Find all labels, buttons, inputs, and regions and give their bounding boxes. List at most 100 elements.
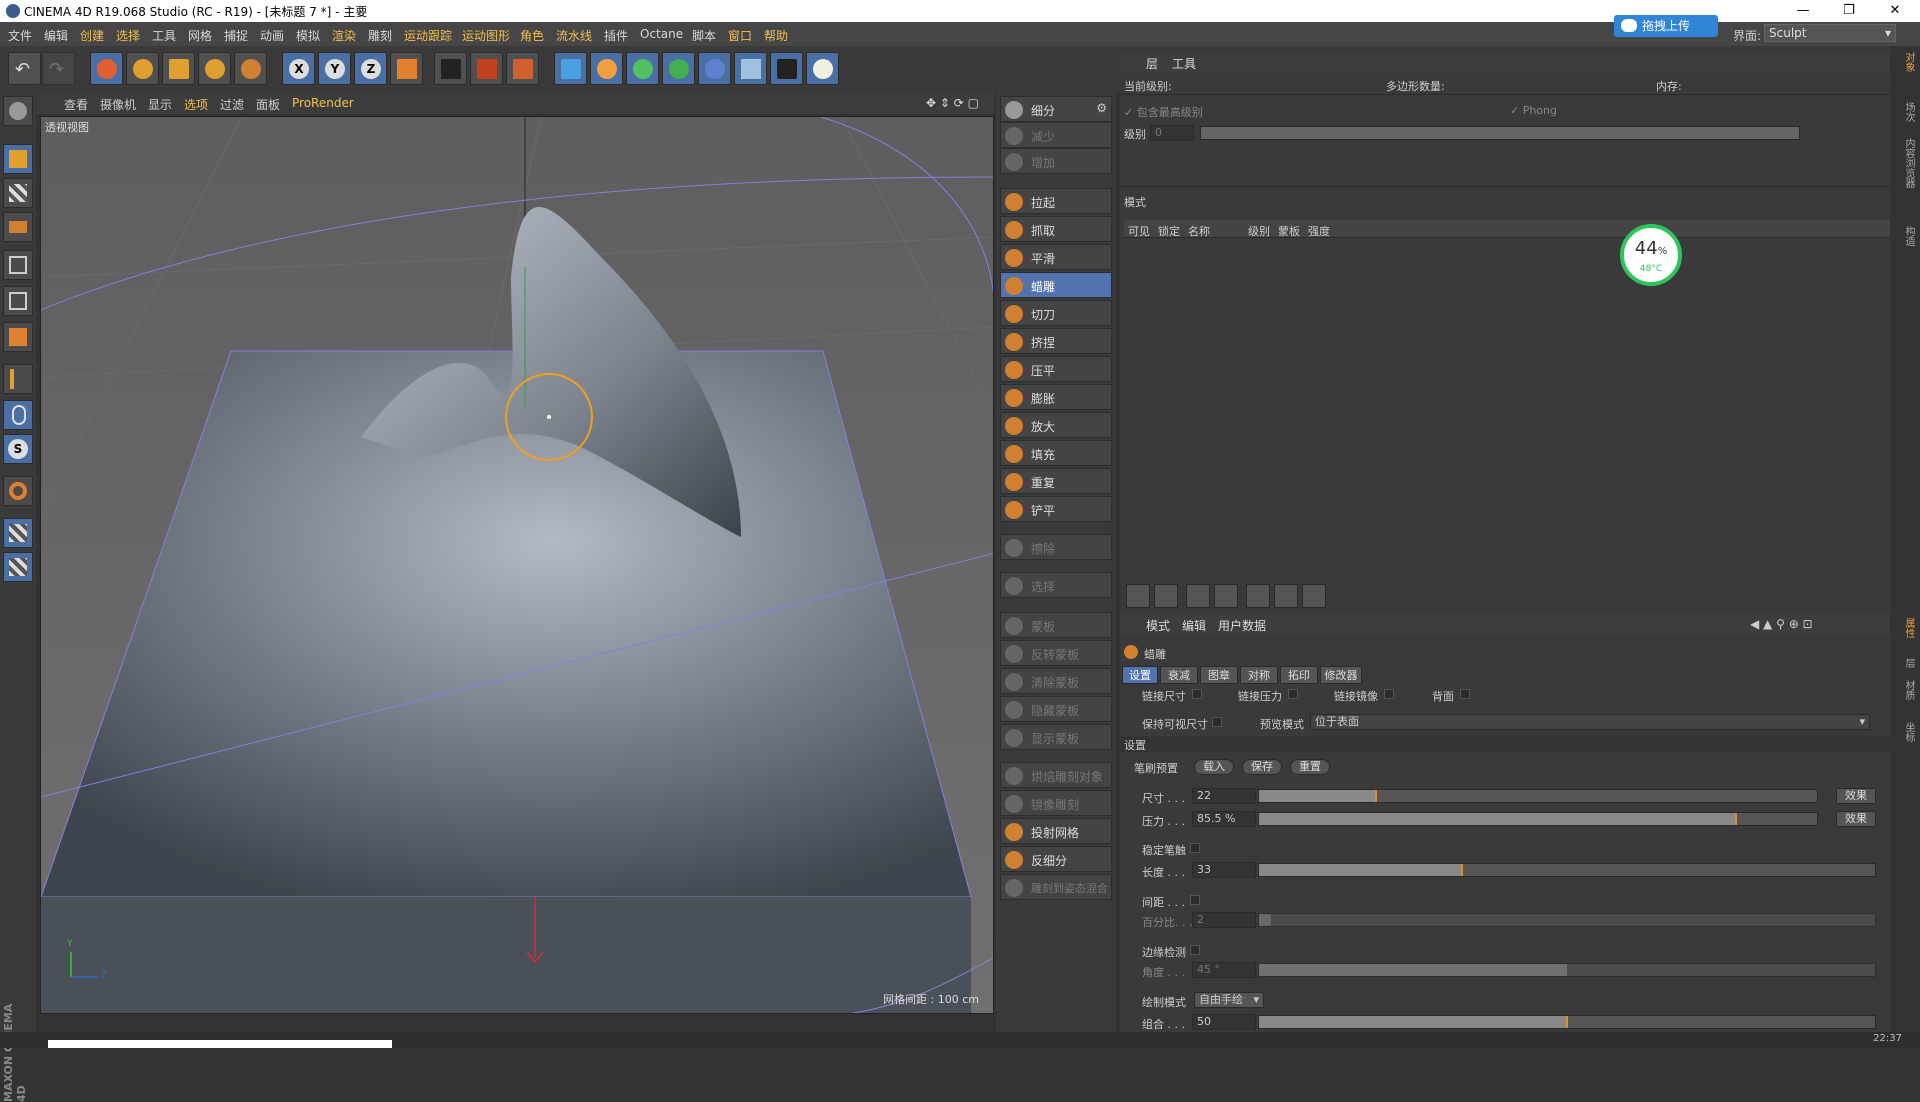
brush-fill[interactable]: 填充 bbox=[1000, 440, 1112, 466]
side-tab-layers[interactable]: 层 bbox=[1898, 658, 1916, 668]
brush-mask[interactable]: 蒙板 bbox=[1000, 612, 1112, 638]
live-select-button[interactable] bbox=[234, 52, 267, 85]
spacing-checkbox[interactable] bbox=[1190, 895, 1200, 905]
side-tab-materials[interactable]: 材质 bbox=[1898, 680, 1916, 700]
tab-tools[interactable]: 工具 bbox=[1172, 55, 1196, 72]
menu-snap[interactable]: 捕捉 bbox=[224, 27, 248, 44]
menu-script[interactable]: 脚本 bbox=[692, 27, 716, 44]
keep-visible-size-checkbox[interactable] bbox=[1212, 717, 1222, 727]
performance-gauge[interactable]: 44% 48°C bbox=[1620, 224, 1682, 286]
add-folder-icon[interactable] bbox=[1154, 584, 1178, 608]
reset-button[interactable]: 重置 bbox=[1290, 759, 1330, 775]
combine-field[interactable]: 50 bbox=[1192, 1014, 1256, 1030]
menu-tools[interactable]: 工具 bbox=[152, 27, 176, 44]
project-mesh-button[interactable]: 投射网格 bbox=[1000, 818, 1112, 844]
points-mode-button[interactable] bbox=[3, 250, 33, 280]
length-field[interactable]: 33 bbox=[1192, 862, 1256, 878]
bake-layer-icon[interactable] bbox=[1246, 584, 1270, 608]
brush-decrease[interactable]: 减少 bbox=[1000, 122, 1112, 148]
backface-checkbox[interactable] bbox=[1460, 689, 1470, 699]
axis-mode-button[interactable] bbox=[3, 364, 33, 394]
render-view-button[interactable] bbox=[434, 52, 467, 85]
mirror-sculpt-button[interactable]: 镜像雕刻 bbox=[1000, 790, 1112, 816]
z-axis-button[interactable]: Z bbox=[354, 52, 387, 85]
make-editable-button[interactable] bbox=[3, 96, 33, 126]
menu-plugins[interactable]: 插件 bbox=[604, 27, 628, 44]
layer-list[interactable] bbox=[1124, 238, 1890, 602]
planar-workplane-button[interactable] bbox=[3, 552, 33, 582]
menu-octane[interactable]: Octane bbox=[640, 27, 683, 41]
phong-checkbox[interactable]: ✓ Phong bbox=[1510, 104, 1557, 117]
tab-modifiers[interactable]: 修改器 bbox=[1320, 666, 1362, 684]
brush-grab[interactable]: 抓取 bbox=[1000, 216, 1112, 242]
pressure-field[interactable]: 85.5 % bbox=[1192, 811, 1256, 827]
sculpt-to-pose-button[interactable]: 雕刻到姿态混合 bbox=[1000, 874, 1112, 900]
brush-subdivide[interactable]: 细分 ⚙ bbox=[1000, 96, 1112, 122]
level-field[interactable]: 0 bbox=[1150, 125, 1194, 141]
close-button[interactable]: ✕ bbox=[1872, 0, 1918, 22]
menu-select[interactable]: 选择 bbox=[116, 27, 140, 44]
edge-detect-checkbox[interactable] bbox=[1190, 945, 1200, 955]
select-tool-button[interactable] bbox=[90, 52, 123, 85]
bake-sculpt-button[interactable]: 烘焙雕刻对象 bbox=[1000, 762, 1112, 788]
lock-workplane-button[interactable] bbox=[3, 518, 33, 548]
clear-mask-button[interactable]: 清除蒙板 bbox=[1000, 668, 1112, 694]
tab-symmetry[interactable]: 对称 bbox=[1240, 666, 1278, 684]
menu-edit[interactable]: 编辑 bbox=[44, 27, 68, 44]
brush-pull[interactable]: 拉起 bbox=[1000, 188, 1112, 214]
merge-layer-icon[interactable] bbox=[1214, 584, 1238, 608]
menu-create[interactable]: 创建 bbox=[80, 27, 104, 44]
deformer-button[interactable] bbox=[698, 52, 731, 85]
size-field[interactable]: 22 bbox=[1192, 788, 1256, 804]
light-button[interactable] bbox=[806, 52, 839, 85]
tweak-mode-button[interactable] bbox=[3, 400, 33, 430]
polygons-mode-button[interactable] bbox=[3, 322, 33, 352]
menu-help[interactable]: 帮助 bbox=[764, 27, 788, 44]
menu-window[interactable]: 窗口 bbox=[728, 27, 752, 44]
side-tab-attributes[interactable]: 属性 bbox=[1898, 618, 1916, 638]
menu-character[interactable]: 角色 bbox=[520, 27, 544, 44]
combine-slider[interactable] bbox=[1258, 1015, 1876, 1029]
draw-mode-select[interactable]: 自由手绘 ▾ bbox=[1194, 992, 1264, 1008]
vp-menu-display[interactable]: 显示 bbox=[148, 96, 172, 113]
menu-motion-tracking[interactable]: 运动跟踪 bbox=[404, 27, 452, 44]
brush-wax[interactable]: 蜡雕 bbox=[1000, 272, 1112, 298]
menu-animate[interactable]: 动画 bbox=[260, 27, 284, 44]
subdivision-button[interactable] bbox=[626, 52, 659, 85]
redo-button[interactable]: ↷ bbox=[42, 52, 75, 85]
menu-simulate[interactable]: 模拟 bbox=[296, 27, 320, 44]
brush-smooth[interactable]: 平滑 bbox=[1000, 244, 1112, 270]
unsubdivide-button[interactable]: 反细分 bbox=[1000, 846, 1112, 872]
vp-menu-options[interactable]: 选项 bbox=[184, 96, 208, 113]
add-layer-icon[interactable] bbox=[1126, 584, 1150, 608]
link-size-checkbox[interactable] bbox=[1192, 689, 1202, 699]
gear-icon[interactable]: ⚙ bbox=[1096, 101, 1107, 115]
delete-layer-icon[interactable] bbox=[1186, 584, 1210, 608]
pen-button[interactable] bbox=[590, 52, 623, 85]
tab-stamp[interactable]: 图章 bbox=[1200, 666, 1238, 684]
texture-mode-button[interactable] bbox=[3, 178, 33, 208]
brush-pinch[interactable]: 挤捏 bbox=[1000, 328, 1112, 354]
menu-mograph[interactable]: 运动图形 bbox=[462, 27, 510, 44]
render-picture-viewer-button[interactable] bbox=[470, 52, 503, 85]
tab-settings[interactable]: 设置 bbox=[1122, 666, 1158, 684]
minimize-button[interactable]: — bbox=[1780, 0, 1826, 22]
viewport-nav-icons[interactable]: ✥ ⇕ ⟳ ▢ bbox=[926, 96, 979, 110]
cloner-button[interactable] bbox=[662, 52, 695, 85]
menu-mesh[interactable]: 网格 bbox=[188, 27, 212, 44]
side-tab-coordinates[interactable]: 坐标 bbox=[1898, 722, 1916, 742]
attr-menu-userdata[interactable]: 用户数据 bbox=[1218, 617, 1266, 634]
menu-file[interactable]: 文件 bbox=[8, 27, 32, 44]
attr-nav-icons[interactable]: ◀ ▲ ⚲ ⊕ ⊡ bbox=[1750, 617, 1813, 631]
brush-amplify[interactable]: 放大 bbox=[1000, 412, 1112, 438]
brush-knife[interactable]: 切刀 bbox=[1000, 300, 1112, 326]
invert-mask-button[interactable]: 反转蒙板 bbox=[1000, 640, 1112, 666]
move-tool-button[interactable] bbox=[126, 52, 159, 85]
angle-field[interactable]: 45 ° bbox=[1192, 962, 1256, 978]
tab-layers[interactable]: 层 bbox=[1146, 55, 1158, 72]
tab-stencil[interactable]: 拓印 bbox=[1280, 666, 1318, 684]
preview-mode-select[interactable]: 位于表面 ▾ bbox=[1310, 714, 1870, 730]
layout-select[interactable]: Sculpt ▾ bbox=[1764, 24, 1896, 42]
vp-menu-panel[interactable]: 面板 bbox=[256, 96, 280, 113]
attr-menu-mode[interactable]: 模式 bbox=[1146, 617, 1170, 634]
